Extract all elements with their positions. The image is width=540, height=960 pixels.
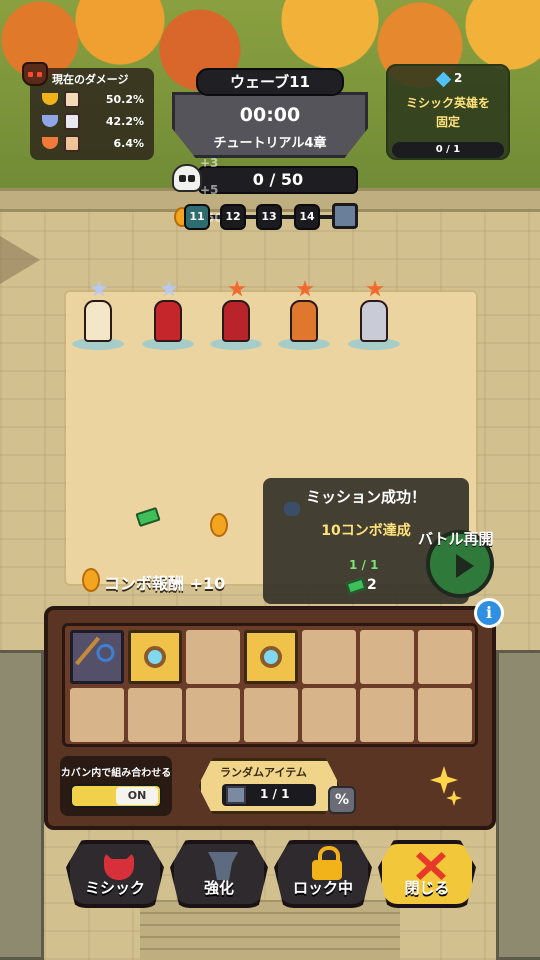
exp-float-text: +3 bbox=[200, 156, 219, 170]
hero-sprite bbox=[154, 300, 182, 342]
combo-coin-icon bbox=[82, 568, 100, 592]
hero-unit[interactable] bbox=[210, 280, 262, 352]
probability-button[interactable]: % bbox=[328, 786, 356, 814]
inventory-slot[interactable] bbox=[128, 688, 182, 742]
upgrade-button-label: 強化 bbox=[203, 879, 234, 897]
cash-icon bbox=[345, 577, 367, 595]
close-icon bbox=[416, 852, 446, 880]
mythic-lock-progress: 0 / 1 bbox=[392, 142, 504, 158]
mythic-button[interactable]: ミシック bbox=[66, 840, 164, 908]
inventory-slot[interactable] bbox=[418, 688, 472, 742]
stone-stairs bbox=[140, 900, 400, 960]
demon-icon bbox=[104, 852, 134, 880]
combine-in-bag-label: カバン内で組み合わせる bbox=[60, 768, 172, 779]
combine-in-bag-box: カバン内で組み合わせる ON bbox=[60, 756, 172, 816]
mythic-button-label: ミシック bbox=[84, 879, 145, 897]
play-icon bbox=[456, 554, 474, 578]
boss-wave-icon bbox=[332, 203, 358, 229]
ring-icon bbox=[144, 646, 166, 668]
inventory-slot[interactable] bbox=[302, 688, 356, 742]
mission-reward: 2 bbox=[367, 577, 377, 593]
inventory-slot[interactable] bbox=[302, 630, 356, 684]
mythic-lock-panel[interactable]: 2 ミシック英雄を 固定 0 / 1 bbox=[386, 64, 510, 160]
skull-icon bbox=[172, 164, 202, 192]
inventory-slot[interactable] bbox=[186, 630, 240, 684]
inventory-slot[interactable] bbox=[418, 630, 472, 684]
upcoming-wave: 11 bbox=[184, 204, 210, 230]
lock-button[interactable]: ロック中 bbox=[274, 840, 372, 908]
mission-item-icon bbox=[284, 502, 300, 516]
inventory-slot[interactable] bbox=[360, 630, 414, 684]
wave-title: ウェーブ11 bbox=[196, 68, 344, 96]
stone-pillar-right bbox=[496, 650, 540, 960]
upgrade-button[interactable]: 強化 bbox=[170, 840, 268, 908]
anvil-icon bbox=[208, 852, 238, 880]
wand-icon bbox=[75, 636, 117, 680]
coin-pickup-icon[interactable] bbox=[210, 513, 228, 537]
gem-icon bbox=[435, 71, 452, 88]
stone-pillar-left bbox=[0, 650, 44, 960]
gem-count: 2 bbox=[454, 71, 463, 85]
combo-reward-label: コンボ報酬 +10 bbox=[104, 574, 226, 593]
inventory-grid bbox=[62, 623, 478, 747]
chest-icon bbox=[226, 786, 246, 804]
enemy-counter: 0 / 50 bbox=[198, 166, 358, 194]
upcoming-wave: 13 bbox=[256, 204, 282, 230]
random-item-label: ランダムアイテム bbox=[220, 766, 307, 779]
hero-sprite bbox=[222, 300, 250, 342]
hero-unit[interactable] bbox=[348, 280, 400, 352]
close-button[interactable]: 閉じる bbox=[378, 840, 476, 908]
hero-unit[interactable] bbox=[278, 280, 330, 352]
hero-sprite bbox=[360, 300, 388, 342]
random-item-count: 1 / 1 bbox=[260, 787, 290, 801]
inventory-slot[interactable] bbox=[186, 688, 240, 742]
ring-icon bbox=[260, 646, 282, 668]
demon-icon bbox=[22, 62, 48, 86]
combine-toggle[interactable]: ON bbox=[70, 784, 162, 808]
inventory-slot[interactable] bbox=[244, 630, 298, 684]
close-button-label: 閉じる bbox=[404, 879, 450, 897]
mythic-lock-title: ミシック英雄を 固定 bbox=[388, 94, 508, 132]
inventory-slot[interactable] bbox=[70, 688, 124, 742]
resume-battle-label: バトル再開 bbox=[418, 530, 494, 548]
toggle-state: ON bbox=[116, 787, 158, 805]
mythic-lock-title-line1: ミシック英雄を bbox=[405, 96, 490, 110]
game-scene: 現在のダメージ 50.2% 42.2% 6.4% ウェーブ11 00:00 チュ… bbox=[0, 0, 540, 960]
bonus-float-text: +5 bbox=[200, 183, 219, 197]
upcoming-wave: 14 bbox=[294, 204, 320, 230]
upcoming-wave: 12 bbox=[220, 204, 246, 230]
lock-button-label: ロック中 bbox=[292, 879, 353, 897]
info-button[interactable]: i bbox=[474, 598, 504, 628]
spawn-arrow-icon bbox=[0, 236, 40, 284]
mission-progress: 1 / 1 bbox=[349, 558, 379, 572]
damage-title: 現在のダメージ bbox=[52, 73, 129, 86]
hero-sprite bbox=[84, 300, 112, 342]
inventory-slot[interactable] bbox=[244, 688, 298, 742]
hero-unit[interactable] bbox=[142, 280, 194, 352]
mythic-lock-title-line2: 固定 bbox=[435, 115, 460, 129]
hero-unit[interactable] bbox=[72, 280, 124, 352]
inventory-slot[interactable] bbox=[360, 688, 414, 742]
inventory-slot[interactable] bbox=[70, 630, 124, 684]
hero-sprite bbox=[290, 300, 318, 342]
inventory-slot[interactable] bbox=[128, 630, 182, 684]
